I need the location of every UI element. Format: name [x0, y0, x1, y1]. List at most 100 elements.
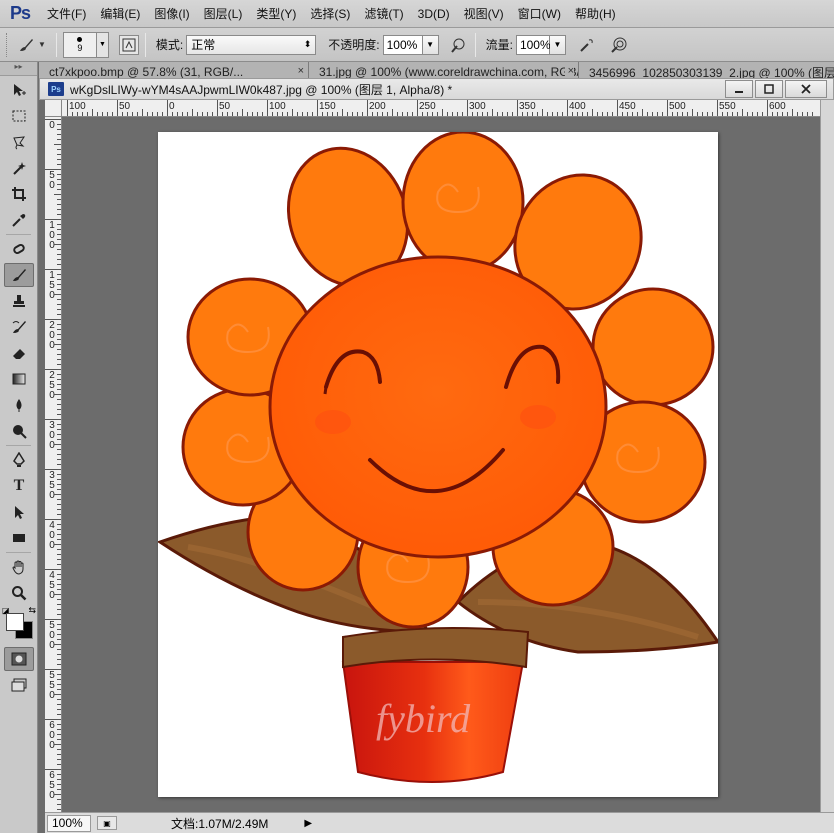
move-tool-icon[interactable] — [4, 78, 34, 102]
minimize-button[interactable] — [725, 80, 753, 98]
hand-tool-icon[interactable] — [4, 555, 34, 579]
ruler-origin[interactable] — [45, 100, 62, 117]
clone-stamp-tool-icon[interactable] — [4, 289, 34, 313]
flower-face — [268, 255, 608, 559]
zoom-tool-icon[interactable] — [4, 581, 34, 605]
canvas-area[interactable]: fybird — [63, 118, 820, 812]
zoom-level-input[interactable]: 100% — [47, 814, 91, 832]
flow-slider-dropdown[interactable]: ▼ — [549, 34, 566, 55]
marquee-tool-icon[interactable] — [4, 104, 34, 128]
blur-tool-icon[interactable] — [4, 393, 34, 417]
opacity-input[interactable]: 100% — [382, 34, 423, 55]
menu-select[interactable]: 选择(S) — [303, 0, 357, 28]
ruler-tick — [297, 112, 298, 116]
pressure-size-icon[interactable] — [608, 34, 630, 56]
vertical-scrollbar[interactable] — [820, 100, 834, 812]
vertical-ruler[interactable]: 0 50 100 150 200 250 300 350 400 450 500 550 600 650 — [45, 117, 62, 812]
ruler-tick — [597, 112, 598, 116]
ruler-tick — [802, 112, 803, 116]
history-brush-tool-icon[interactable] — [4, 315, 34, 339]
eraser-tool-icon[interactable] — [4, 341, 34, 365]
toolbox-header[interactable]: ▸▸ — [0, 62, 37, 76]
pressure-opacity-icon[interactable] — [447, 34, 469, 56]
ruler-tick — [57, 359, 61, 360]
flow-input[interactable]: 100% — [515, 34, 551, 55]
ruler-tick — [57, 214, 61, 215]
menu-3d[interactable]: 3D(D) — [411, 0, 457, 28]
ruler-tick — [57, 459, 61, 460]
ruler-tick — [752, 112, 753, 116]
menu-window[interactable]: 窗口(W) — [511, 0, 568, 28]
opacity-slider-dropdown[interactable]: ▼ — [422, 34, 439, 55]
ruler-tick — [57, 699, 61, 700]
ruler-tick — [57, 249, 61, 250]
menu-layer[interactable]: 图层(L) — [197, 0, 250, 28]
eyedropper-tool-icon[interactable] — [4, 208, 34, 232]
path-selection-tool-icon[interactable] — [4, 500, 34, 524]
image-canvas[interactable]: fybird — [156, 130, 721, 797]
ruler-tick-label: 500 — [49, 620, 55, 651]
ruler-tick-label: 600 — [49, 720, 55, 751]
menu-help[interactable]: 帮助(H) — [568, 0, 623, 28]
status-menu-arrow-icon[interactable]: ▶ — [304, 818, 312, 829]
brush-panel-toggle-icon[interactable] — [118, 34, 139, 55]
airbrush-icon[interactable] — [576, 34, 598, 56]
foreground-color-swatch[interactable] — [6, 613, 24, 631]
pen-tool-icon[interactable] — [4, 448, 34, 472]
lasso-tool-icon[interactable] — [4, 130, 34, 154]
ruler-tick — [45, 669, 61, 670]
brush-tool-preset-icon[interactable] — [15, 34, 37, 56]
ruler-tick — [782, 112, 783, 116]
ruler-tick — [57, 564, 61, 565]
mode-label: 模式: — [155, 38, 184, 52]
ruler-tick — [57, 584, 61, 585]
screen-mode-icon[interactable] — [4, 673, 34, 697]
ruler-tick — [57, 534, 61, 535]
rectangle-tool-icon[interactable] — [4, 526, 34, 550]
ruler-tick — [57, 304, 61, 305]
close-tab-icon[interactable]: × — [564, 65, 574, 77]
brush-size-picker[interactable]: 9 — [62, 31, 97, 58]
ruler-tick — [152, 112, 153, 116]
dodge-tool-icon[interactable] — [4, 419, 34, 443]
menu-view[interactable]: 视图(V) — [457, 0, 511, 28]
close-button[interactable] — [785, 80, 827, 98]
ruler-tick — [652, 112, 653, 116]
ruler-tick — [57, 774, 61, 775]
swap-colors-icon[interactable]: ⇆ — [28, 605, 36, 616]
ruler-tick — [547, 112, 548, 116]
gradient-tool-icon[interactable] — [4, 367, 34, 391]
menu-edit[interactable]: 编辑(E) — [93, 0, 147, 28]
ruler-tick — [252, 112, 253, 116]
horizontal-ruler[interactable]: 100 50 0 50 100 150 200 250 300 350 400 450 500 550 60… — [62, 100, 820, 117]
ruler-tick-label: 450 — [619, 101, 636, 112]
ruler-tick — [57, 559, 61, 560]
menu-type[interactable]: 类型(Y) — [249, 0, 303, 28]
ruler-tick — [362, 112, 363, 116]
document-title-bar[interactable]: Ps wKgDslLIWy-wYM4sAAJpwmLIW0k487.jpg @ … — [39, 78, 834, 100]
ruler-tick — [45, 719, 61, 720]
type-tool-icon[interactable]: T — [4, 474, 34, 498]
maximize-button[interactable] — [755, 80, 783, 98]
menu-image[interactable]: 图像(I) — [147, 0, 196, 28]
blend-mode-select[interactable]: 正常 ⬍ — [186, 34, 317, 55]
ruler-tick — [57, 404, 61, 405]
brush-tool-icon[interactable] — [4, 263, 34, 287]
spot-healing-tool-icon[interactable] — [4, 237, 34, 261]
document-profile-icon[interactable]: ▣ — [97, 816, 117, 830]
ruler-tick — [57, 659, 61, 660]
crop-tool-icon[interactable] — [4, 182, 34, 206]
tool-preset-dropdown-icon[interactable]: ▼ — [38, 40, 46, 49]
quick-mask-icon[interactable] — [4, 647, 34, 671]
close-tab-icon[interactable]: × — [294, 65, 304, 77]
menu-file[interactable]: 文件(F) — [40, 0, 93, 28]
magic-wand-tool-icon[interactable] — [4, 156, 34, 180]
ruler-tick — [57, 624, 61, 625]
ruler-tick — [672, 112, 673, 116]
options-grip[interactable] — [6, 32, 9, 57]
ruler-tick — [54, 144, 61, 145]
ruler-tick — [132, 112, 133, 116]
menu-filter[interactable]: 滤镜(T) — [357, 0, 410, 28]
brush-picker-dropdown[interactable]: ▼ — [96, 31, 109, 58]
ps-document-icon: Ps — [48, 82, 64, 96]
